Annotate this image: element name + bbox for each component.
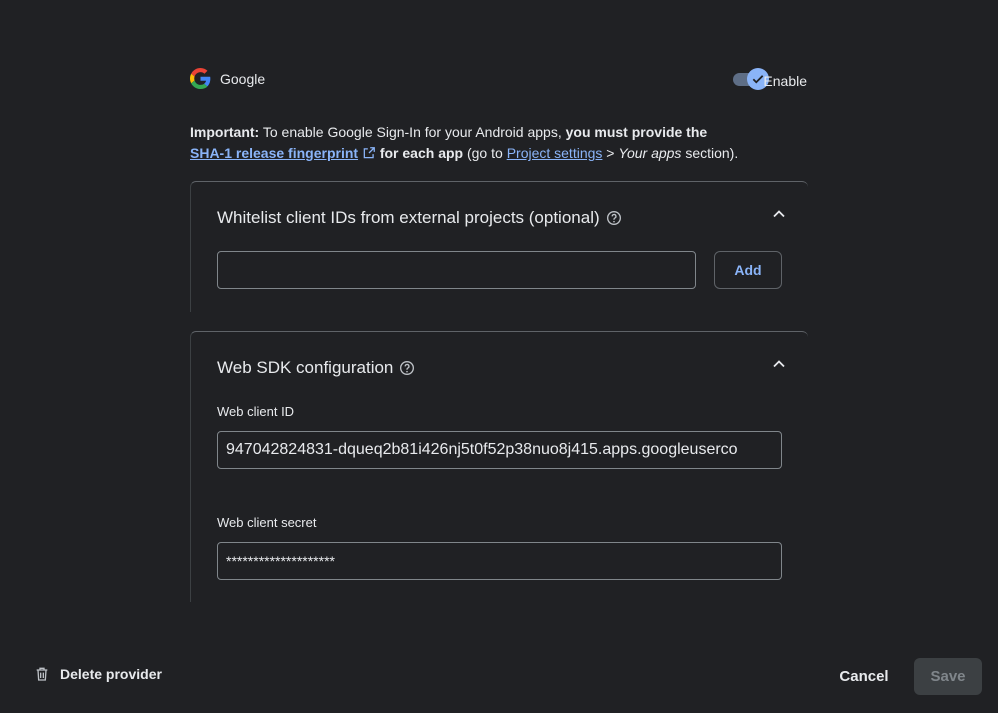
notice-text-2: (go to: [463, 145, 507, 161]
delete-provider-button[interactable]: Delete provider: [34, 666, 162, 682]
provider-header: Google Enable: [190, 68, 807, 92]
web-sdk-title: Web SDK configuration: [217, 358, 415, 378]
enable-toggle[interactable]: [733, 68, 769, 90]
notice-text: To enable Google Sign-In for your Androi…: [259, 124, 566, 140]
web-client-secret-input[interactable]: [217, 542, 782, 580]
add-button[interactable]: Add: [714, 251, 782, 289]
external-link-icon: [363, 147, 375, 159]
web-client-id-input[interactable]: [217, 431, 782, 469]
chevron-up-icon[interactable]: [772, 209, 786, 219]
whitelist-title-text: Whitelist client IDs from external proje…: [217, 208, 600, 227]
whitelist-section: Whitelist client IDs from external proje…: [190, 181, 808, 312]
web-sdk-section: Web SDK configuration Web client ID Web …: [190, 331, 808, 602]
help-icon[interactable]: [606, 210, 622, 226]
web-client-id-label: Web client ID: [217, 404, 295, 419]
delete-provider-label: Delete provider: [60, 666, 162, 682]
notice-bold: you must provide the: [565, 124, 708, 140]
project-settings-link[interactable]: Project settings: [507, 145, 603, 161]
provider-name: Google: [220, 71, 266, 87]
whitelist-title: Whitelist client IDs from external proje…: [217, 208, 622, 228]
web-client-secret-label: Web client secret: [217, 515, 317, 530]
web-sdk-title-text: Web SDK configuration: [217, 358, 394, 377]
trash-icon: [36, 667, 48, 681]
google-logo-icon: [190, 68, 211, 89]
important-lead: Important:: [190, 124, 260, 140]
cancel-button[interactable]: Cancel: [826, 658, 902, 694]
notice-text-3: >: [602, 145, 619, 161]
chevron-up-icon[interactable]: [772, 359, 786, 369]
notice-italic: Your apps: [618, 145, 682, 161]
sha1-fingerprint-link[interactable]: SHA-1 release fingerprint: [190, 145, 358, 161]
whitelist-client-id-input[interactable]: [217, 251, 696, 289]
help-icon[interactable]: [399, 360, 415, 376]
notice-bold-2: for each app: [375, 145, 464, 161]
notice-text-4: section).: [681, 145, 739, 161]
save-button[interactable]: Save: [914, 658, 982, 695]
important-notice: Important: To enable Google Sign-In for …: [190, 122, 807, 164]
enable-label: Enable: [763, 73, 807, 89]
